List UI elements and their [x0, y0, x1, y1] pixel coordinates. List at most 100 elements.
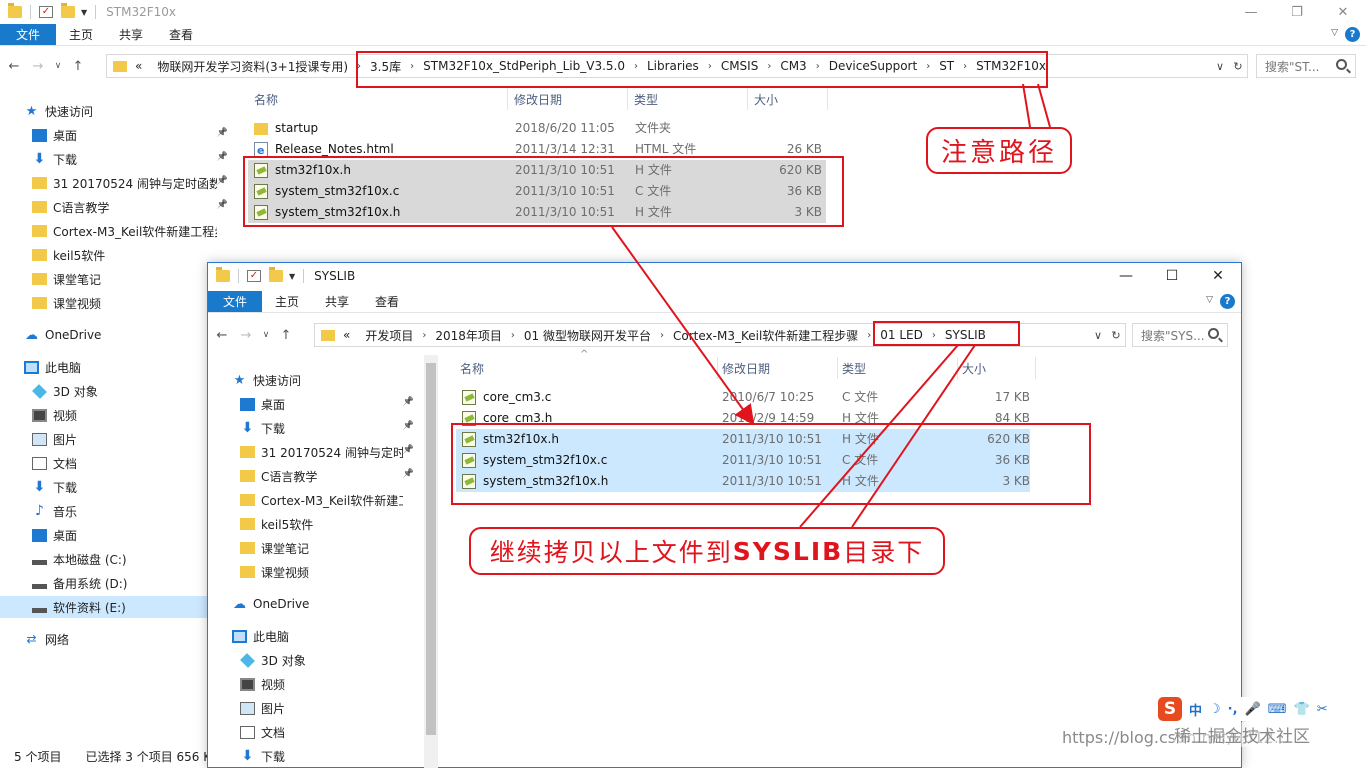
breadcrumb[interactable]: 物联网开发学习资料(3+1授课专用) [157, 58, 348, 75]
maximize-button[interactable]: ☐ [1149, 263, 1195, 289]
minimize-button[interactable]: — [1103, 263, 1149, 289]
column-date[interactable]: 修改日期 [510, 88, 628, 110]
close-button[interactable]: ✕ [1195, 263, 1241, 289]
sidebar-item[interactable]: 本地磁盘 (C:) [0, 548, 236, 570]
chevron-down-icon[interactable]: ▽ [1331, 28, 1338, 38]
search-input[interactable]: 搜索"SYS... [1132, 323, 1228, 347]
column-type[interactable]: 类型 [838, 357, 958, 379]
sidebar-item[interactable]: 视频 [208, 673, 422, 695]
sidebar-item[interactable]: 桌面 📌 [0, 124, 236, 146]
help-icon[interactable]: ? [1345, 27, 1360, 42]
breadcrumb[interactable]: 01 微型物联网开发平台 [524, 327, 651, 344]
tab-share[interactable]: 共享 [106, 24, 156, 45]
chevron-right-icon[interactable]: › [422, 330, 426, 341]
pin-icon[interactable]: 📌 [403, 397, 414, 407]
sidebar-item[interactable]: 课堂笔记 [208, 537, 422, 559]
tab-view[interactable]: 查看 [362, 291, 412, 312]
help-icon[interactable]: ? [1220, 294, 1235, 309]
refresh-icon[interactable]: ↻ [1107, 329, 1125, 342]
sidebar-item[interactable]: 课堂视频 [208, 561, 422, 583]
sidebar-item[interactable]: 备用系统 (D:) [0, 572, 236, 594]
tab-view[interactable]: 查看 [156, 24, 206, 45]
forward-button[interactable]: → [28, 59, 48, 74]
sidebar-item[interactable]: 3D 对象 [0, 380, 236, 402]
sidebar-item[interactable]: keil5软件 [0, 244, 236, 266]
pin-icon[interactable]: 📌 [403, 469, 414, 479]
skin-icon[interactable]: 👕 [1294, 702, 1310, 717]
pin-icon[interactable]: 📌 [217, 200, 228, 210]
sidebar-item[interactable]: 图片 [0, 428, 236, 450]
ime-mode-chinese[interactable]: 中 [1189, 700, 1202, 719]
microphone-icon[interactable]: 🎤 [1245, 702, 1261, 717]
close-button[interactable]: ✕ [1320, 0, 1366, 24]
sidebar-item[interactable]: ☁ OneDrive [208, 593, 422, 615]
new-folder-icon[interactable] [269, 267, 283, 282]
tools-icon[interactable]: ✂ [1317, 702, 1328, 717]
up-button[interactable]: ↑ [68, 59, 88, 74]
back-button[interactable]: ← [212, 328, 232, 343]
breadcrumb[interactable]: 开发项目 [365, 327, 413, 344]
recent-locations-icon[interactable]: ∨ [52, 61, 64, 71]
tab-file[interactable]: 文件 [0, 24, 56, 45]
chevron-down-icon[interactable]: ▽ [1206, 295, 1213, 305]
pin-icon[interactable]: 📌 [217, 176, 228, 186]
tab-file[interactable]: 文件 [208, 291, 262, 312]
sidebar-item[interactable]: ★ 快速访问 [0, 100, 236, 122]
breadcrumb[interactable]: 2018年项目 [435, 327, 502, 344]
sidebar-item[interactable]: 软件资料 (E:) [0, 596, 236, 618]
sidebar-item[interactable]: C语言教学 📌 [208, 465, 422, 487]
sidebar-item[interactable]: Cortex-M3_Keil软件新建工程步骤 [208, 489, 422, 511]
punctuation-icon[interactable]: ·, [1228, 702, 1238, 717]
file-name-cell[interactable]: core_cm3.c [462, 387, 712, 408]
sidebar-item[interactable]: 桌面 📌 [208, 393, 422, 415]
tab-share[interactable]: 共享 [312, 291, 362, 312]
chevron-right-icon[interactable]: › [660, 330, 664, 341]
address-prefix[interactable]: « [343, 328, 350, 342]
new-folder-icon[interactable] [61, 3, 75, 18]
sidebar-item[interactable]: 桌面 [0, 524, 236, 546]
properties-check-icon[interactable]: ✓ [247, 270, 261, 282]
keyboard-icon[interactable]: ⌨ [1268, 702, 1287, 717]
back-button[interactable]: ← [4, 59, 24, 74]
sidebar-item[interactable]: ⬇ 下载 [208, 745, 422, 767]
sidebar-item[interactable]: Cortex-M3_Keil软件新建工程步骤 [0, 220, 236, 242]
maximize-button[interactable]: ❐ [1274, 0, 1320, 24]
pin-icon[interactable]: 📌 [403, 421, 414, 431]
moon-icon[interactable]: ☽ [1209, 702, 1221, 717]
quick-access-dropdown-icon[interactable]: ▼ [289, 272, 295, 281]
sidebar-item[interactable]: ★ 快速访问 [208, 369, 422, 391]
column-name[interactable]: 名称 [250, 88, 508, 110]
navigation-scrollbar[interactable] [424, 355, 438, 768]
sidebar-item[interactable]: 课堂视频 [0, 292, 236, 314]
sidebar-item[interactable]: ⬇ 下载 [0, 476, 236, 498]
file-row[interactable]: core_cm3.c 2010/6/7 10:25 C 文件 17 KB [456, 387, 1030, 408]
sidebar-item[interactable]: ☁ OneDrive [0, 324, 236, 346]
sidebar-item[interactable]: 此电脑 [0, 356, 236, 378]
sidebar-item[interactable]: 31 20170524 闹钟与定时函数📌 [208, 441, 422, 463]
chevron-right-icon[interactable]: › [511, 330, 515, 341]
scrollbar-thumb[interactable] [426, 363, 436, 735]
column-date[interactable]: 修改日期 [718, 357, 838, 379]
pin-icon[interactable]: 📌 [217, 152, 228, 162]
column-type[interactable]: 类型 [630, 88, 748, 110]
sidebar-item[interactable]: ⇄ 网络 [0, 628, 236, 650]
refresh-icon[interactable]: ↻ [1229, 60, 1247, 73]
tab-home[interactable]: 主页 [56, 24, 106, 45]
forward-button[interactable]: → [236, 328, 256, 343]
sidebar-item[interactable]: ⬇ 下载 📌 [0, 148, 236, 170]
sidebar-item[interactable]: 课堂笔记 [0, 268, 236, 290]
sidebar-item[interactable]: 文档 [0, 452, 236, 474]
sidebar-item[interactable]: 视频 [0, 404, 236, 426]
chevron-right-icon[interactable]: › [867, 330, 871, 341]
sogou-logo-icon[interactable]: S [1158, 697, 1182, 721]
minimize-button[interactable]: — [1228, 0, 1274, 24]
address-prefix[interactable]: « [135, 59, 142, 73]
search-input[interactable]: 搜索"ST... [1256, 54, 1356, 78]
sidebar-item[interactable]: 3D 对象 [208, 649, 422, 671]
pin-icon[interactable]: 📌 [217, 128, 228, 138]
address-dropdown-icon[interactable]: ∨ [1089, 329, 1107, 342]
sidebar-item[interactable]: ⬇ 下载 📌 [208, 417, 422, 439]
properties-check-icon[interactable]: ✓ [39, 6, 53, 18]
address-dropdown-icon[interactable]: ∨ [1211, 60, 1229, 73]
sidebar-item[interactable]: C语言教学 📌 [0, 196, 236, 218]
